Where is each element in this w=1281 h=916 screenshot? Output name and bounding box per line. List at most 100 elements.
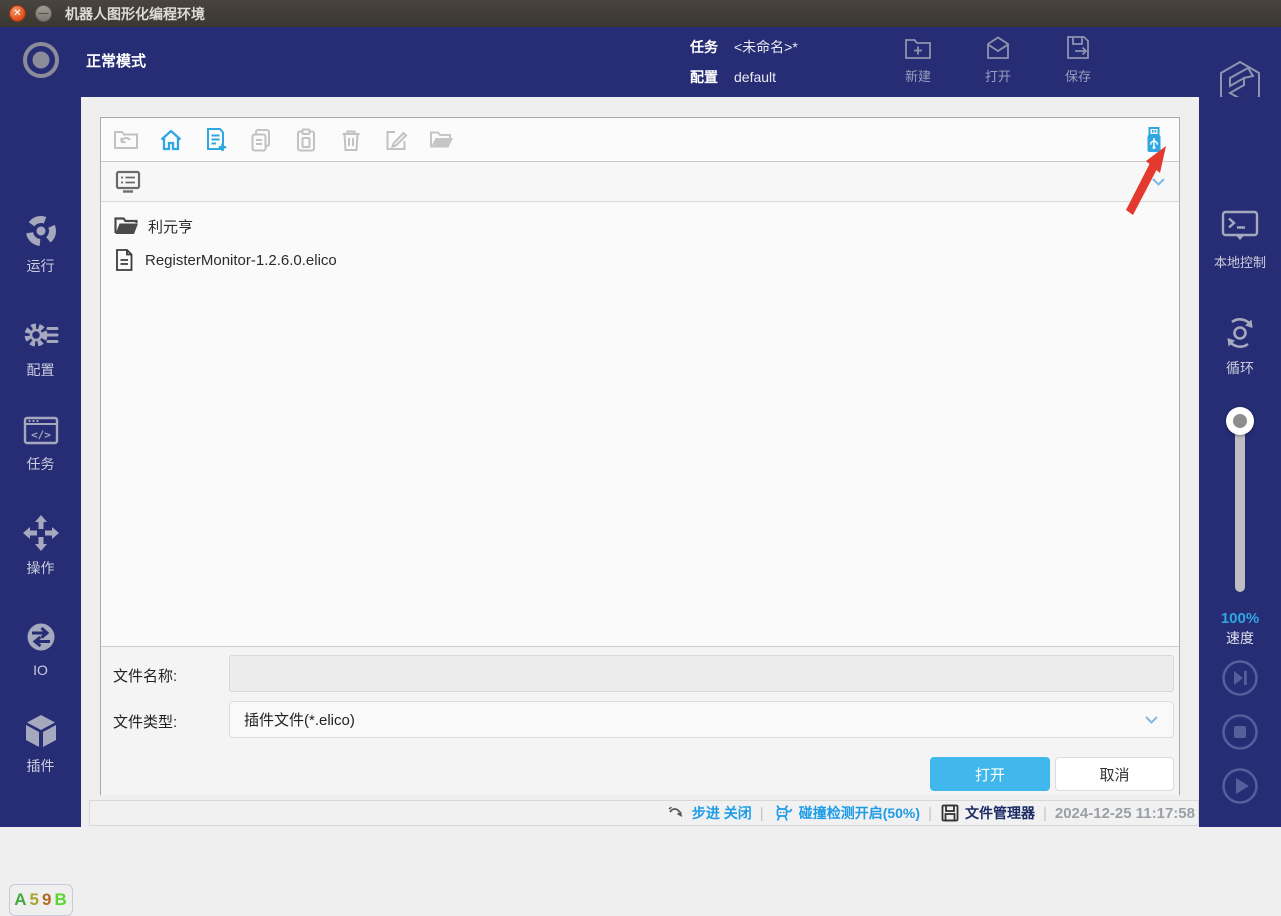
- list-item-file[interactable]: RegisterMonitor-1.2.6.0.elico: [101, 243, 1179, 277]
- badge-char: B: [54, 890, 67, 910]
- sidebar-item-label: IO: [33, 662, 48, 678]
- filename-input[interactable]: [229, 655, 1174, 692]
- badge-char: 5: [30, 890, 40, 910]
- file-icon: [114, 248, 135, 272]
- computer-icon: [114, 169, 142, 195]
- mode-icon: [20, 39, 62, 81]
- timestamp: 2024-12-25 11:17:58: [1055, 805, 1195, 822]
- open-button[interactable]: 打开: [930, 757, 1050, 791]
- run-icon: [21, 211, 61, 251]
- speed-slider-track[interactable]: [1235, 419, 1245, 592]
- io-exchange-icon: [21, 617, 61, 657]
- mode-label: 正常模式: [86, 50, 146, 71]
- gear-icon: [21, 315, 61, 355]
- list-item-folder[interactable]: 利元亨: [101, 209, 1179, 243]
- chevron-down-icon[interactable]: [1151, 177, 1166, 187]
- cancel-button[interactable]: 取消: [1055, 757, 1174, 791]
- speed-label: 速度: [1199, 628, 1281, 648]
- folder-icon: [114, 216, 138, 236]
- right-sidebar: 本地控制 循环 100% 速度: [1199, 97, 1281, 827]
- speed-slider-handle[interactable]: [1226, 407, 1254, 435]
- svg-text:</>: </>: [31, 429, 51, 442]
- save-icon: [1063, 33, 1093, 63]
- new-task-button[interactable]: 新建: [888, 33, 948, 85]
- new-file-button[interactable]: [202, 126, 230, 154]
- filetype-value: 插件文件(*.elico): [244, 709, 355, 730]
- copy-button[interactable]: [247, 126, 275, 154]
- mode-indicator: 正常模式: [20, 39, 146, 81]
- move-arrows-icon: [21, 513, 61, 553]
- left-sidebar: 运行 配置 </> 任务 操作: [0, 97, 81, 827]
- sidebar-item-label: 本地控制: [1214, 255, 1266, 270]
- paste-icon: [293, 127, 319, 153]
- location-dropdown[interactable]: [101, 162, 1179, 202]
- edit-icon: [383, 127, 409, 153]
- stop-icon: [1221, 713, 1259, 751]
- rename-button[interactable]: [382, 126, 410, 154]
- play-button[interactable]: [1221, 767, 1259, 805]
- task-label: 任务: [690, 37, 718, 57]
- open-folder-button[interactable]: [427, 126, 455, 154]
- skip-button[interactable]: [1221, 659, 1259, 697]
- save-task-button[interactable]: 保存: [1048, 33, 1108, 85]
- home-icon: [158, 127, 184, 153]
- filename-label: 文件名称:: [113, 665, 177, 686]
- collision-status[interactable]: 碰撞检测开启(50%): [772, 803, 920, 823]
- paste-button[interactable]: [292, 126, 320, 154]
- terminal-icon: [1218, 209, 1262, 247]
- filetype-select[interactable]: 插件文件(*.elico): [229, 701, 1174, 738]
- separator: |: [928, 805, 932, 822]
- task-config-block: 任务 <未命名>* 配置 default: [690, 32, 798, 92]
- open-task-button[interactable]: 打开: [968, 33, 1028, 85]
- app-window: { "window": { "title": "机器人图形化编程环境" }, "…: [0, 0, 1281, 827]
- stop-button[interactable]: [1221, 713, 1259, 751]
- open-button-label: 打开: [975, 764, 1005, 785]
- usb-device-button[interactable]: [1140, 126, 1168, 154]
- delete-button[interactable]: [337, 126, 365, 154]
- collision-label: 碰撞检测开启(50%): [799, 803, 920, 823]
- sidebar-item-plugin[interactable]: 插件: [0, 713, 81, 776]
- titlebar: ✕ — 机器人图形化编程环境: [0, 0, 1281, 27]
- file-dialog-toolbar: [101, 118, 1179, 162]
- header-actions: 新建 打开 保存: [888, 33, 1108, 85]
- home-button[interactable]: [157, 126, 185, 154]
- step-status[interactable]: 步进 关闭: [667, 803, 752, 823]
- task-value: <未命名>*: [734, 37, 798, 57]
- minimize-button[interactable]: —: [35, 5, 52, 22]
- file-dialog: 利元亨 RegisterMonitor-1.2.6.0.elico 文件名称: …: [100, 117, 1180, 795]
- sidebar-item-label: 配置: [27, 362, 55, 378]
- window-title: 机器人图形化编程环境: [65, 4, 205, 24]
- folder-back-icon: [113, 127, 139, 153]
- new-task-label: 新建: [905, 66, 931, 85]
- sidebar-item-loop[interactable]: 循环: [1199, 313, 1281, 378]
- cancel-button-label: 取消: [1099, 764, 1129, 785]
- badge-char: 9: [42, 890, 52, 910]
- sidebar-item-operate[interactable]: 操作: [0, 513, 81, 578]
- file-list: 利元亨 RegisterMonitor-1.2.6.0.elico: [101, 202, 1179, 646]
- sidebar-item-task[interactable]: </> 任务: [0, 411, 81, 474]
- sidebar-item-label: 循环: [1226, 360, 1254, 376]
- folder-plus-icon: [903, 33, 933, 63]
- file-manager-status[interactable]: 文件管理器: [940, 803, 1035, 823]
- file-name: 利元亨: [148, 216, 193, 237]
- copy-icon: [248, 127, 274, 153]
- header: 正常模式 任务 <未命名>* 配置 default 新建 打开: [0, 27, 1281, 97]
- sidebar-item-label: 操作: [27, 560, 55, 576]
- play-icon: [1221, 767, 1259, 805]
- collision-robot-icon: [772, 803, 794, 823]
- close-button[interactable]: ✕: [9, 5, 26, 22]
- sidebar-item-run[interactable]: 运行: [0, 211, 81, 276]
- status-bar: 步进 关闭 | 碰撞检测开启(50%) | 文件管理器 | 2024-12-25…: [89, 800, 1199, 826]
- open-envelope-icon: [983, 33, 1013, 63]
- sidebar-item-config[interactable]: 配置: [0, 315, 81, 380]
- sidebar-item-io[interactable]: IO: [0, 617, 81, 678]
- usb-icon: [1141, 126, 1167, 154]
- filetype-label: 文件类型:: [113, 711, 177, 732]
- disk-icon: [940, 803, 960, 823]
- config-label: 配置: [690, 67, 718, 87]
- separator: |: [760, 805, 764, 822]
- cube-icon: [21, 713, 61, 751]
- save-task-label: 保存: [1065, 66, 1091, 85]
- sidebar-item-local-control[interactable]: 本地控制: [1199, 209, 1281, 271]
- folder-back-button[interactable]: [112, 126, 140, 154]
